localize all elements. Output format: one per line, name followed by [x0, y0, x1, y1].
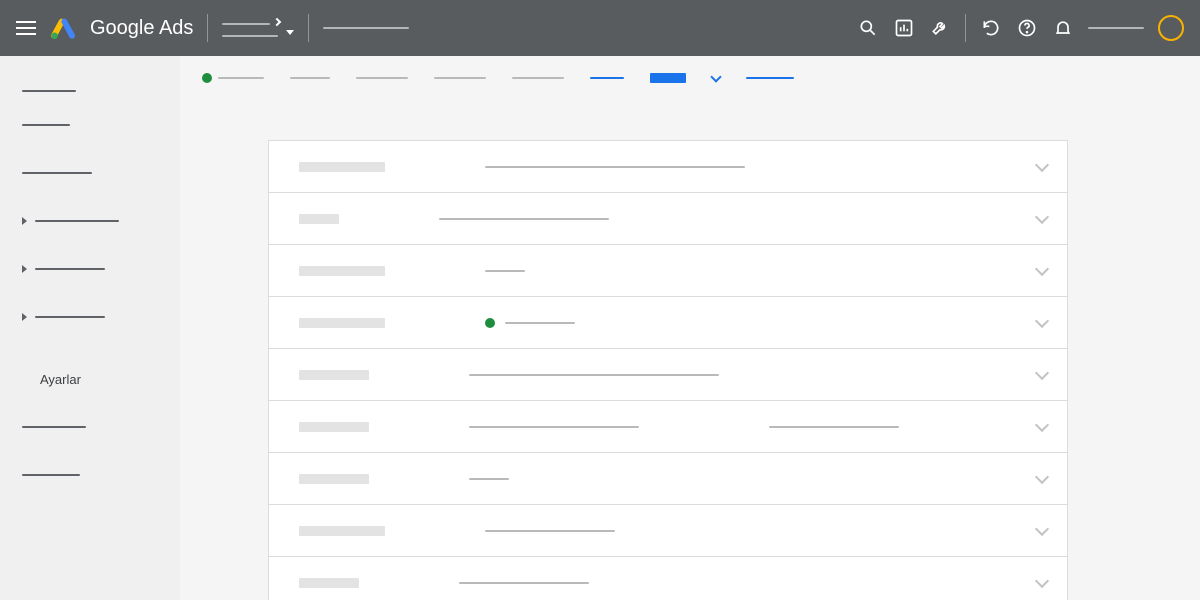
campaign-selector[interactable]: [323, 27, 409, 29]
tools-icon[interactable]: [929, 17, 951, 39]
settings-row-4[interactable]: [269, 349, 1067, 401]
settings-row-6[interactable]: [269, 453, 1067, 505]
settings-row-1[interactable]: [269, 193, 1067, 245]
row-label: [299, 526, 385, 536]
divider: [207, 14, 208, 42]
sidebar-item-7[interactable]: [0, 254, 180, 284]
sidebar-item-12[interactable]: Ayarlar: [0, 364, 180, 394]
row-value: [505, 322, 575, 324]
brand-title: Google Ads: [90, 17, 193, 40]
divider: [965, 14, 966, 42]
chevron-down-icon: [1035, 574, 1049, 588]
crumb-1[interactable]: [290, 77, 330, 79]
notifications-icon[interactable]: [1052, 17, 1074, 39]
tab-link-2[interactable]: [746, 77, 794, 79]
divider: [308, 14, 309, 42]
settings-row-0[interactable]: [269, 141, 1067, 193]
row-value: [485, 530, 615, 532]
sidebar-item-label: [22, 426, 86, 428]
row-label: [299, 266, 385, 276]
account-label: [1088, 27, 1144, 29]
avatar[interactable]: [1158, 15, 1184, 41]
main-area: [180, 56, 1200, 600]
sidebar-item-5[interactable]: [0, 206, 180, 236]
tab-active[interactable]: [650, 73, 686, 83]
row-value: [769, 426, 899, 428]
menu-icon[interactable]: [16, 21, 36, 35]
tab-dropdown[interactable]: [712, 76, 720, 81]
row-value: [469, 478, 509, 480]
settings-panel: [268, 140, 1068, 600]
sidebar-item-label: [22, 90, 76, 92]
chevron-down-icon: [1035, 261, 1049, 275]
account-selector[interactable]: [222, 19, 294, 37]
status-dot-icon: [485, 318, 495, 328]
chevron-down-icon: [1035, 313, 1049, 327]
chevron-down-icon: [1035, 157, 1049, 171]
chevron-down-icon: [1035, 365, 1049, 379]
sidebar-item-label: [22, 124, 70, 126]
settings-row-3[interactable]: [269, 297, 1067, 349]
row-value: [439, 218, 609, 220]
row-label: [299, 318, 385, 328]
sidebar-item-label: [35, 220, 119, 222]
chevron-right-icon: [273, 18, 281, 26]
row-label: [299, 474, 369, 484]
sidebar-item-label: [22, 474, 80, 476]
settings-row-2[interactable]: [269, 245, 1067, 297]
row-value: [485, 270, 525, 272]
sidebar-item-label: [35, 268, 105, 270]
crumb-3[interactable]: [434, 77, 486, 79]
settings-row-5[interactable]: [269, 401, 1067, 453]
google-ads-logo: [50, 15, 76, 41]
caret-right-icon: [22, 265, 27, 273]
sidebar-item-16[interactable]: [0, 460, 180, 490]
caret-right-icon: [22, 313, 27, 321]
refresh-icon[interactable]: [980, 17, 1002, 39]
sidebar: Ayarlar: [0, 56, 180, 600]
row-value: [459, 582, 589, 584]
status-dot-icon: [202, 73, 212, 83]
row-label: [299, 422, 369, 432]
row-value: [469, 374, 719, 376]
chevron-down-icon: [1035, 521, 1049, 535]
reports-icon[interactable]: [893, 17, 915, 39]
status-indicator[interactable]: [202, 73, 264, 83]
crumb-4[interactable]: [512, 77, 564, 79]
row-label: [299, 578, 359, 588]
sidebar-item-label: Ayarlar: [40, 372, 81, 387]
caret-down-icon: [286, 30, 294, 35]
row-value: [469, 426, 639, 428]
help-icon[interactable]: [1016, 17, 1038, 39]
row-value: [485, 166, 745, 168]
sidebar-item-3[interactable]: [0, 158, 180, 188]
row-label: [299, 370, 369, 380]
sidebar-item-14[interactable]: [0, 412, 180, 442]
row-label: [299, 214, 339, 224]
sidebar-item-1[interactable]: [0, 110, 180, 140]
sidebar-item-label: [22, 172, 92, 174]
sidebar-item-label: [35, 316, 105, 318]
settings-row-8[interactable]: [269, 557, 1067, 600]
sidebar-item-0[interactable]: [0, 76, 180, 106]
chevron-down-icon: [1035, 209, 1049, 223]
tab-link[interactable]: [590, 77, 624, 79]
crumb-2[interactable]: [356, 77, 408, 79]
chevron-down-icon: [1035, 469, 1049, 483]
caret-right-icon: [22, 217, 27, 225]
sidebar-item-9[interactable]: [0, 302, 180, 332]
search-icon[interactable]: [857, 17, 879, 39]
breadcrumb-strip: [180, 56, 1200, 100]
row-label: [299, 162, 385, 172]
settings-row-7[interactable]: [269, 505, 1067, 557]
top-header: Google Ads: [0, 0, 1200, 56]
chevron-down-icon: [1035, 417, 1049, 431]
chevron-down-icon: [710, 71, 721, 82]
